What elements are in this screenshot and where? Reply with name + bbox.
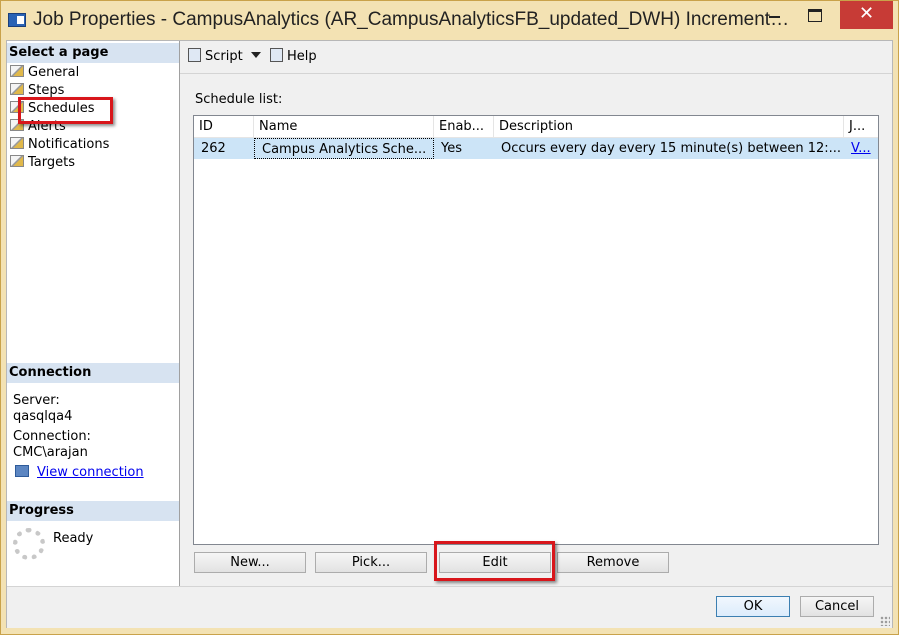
ok-button[interactable]: OK: [716, 596, 790, 617]
schedule-list-label: Schedule list:: [195, 92, 283, 107]
connection-header: Connection: [7, 363, 179, 383]
window-title: Job Properties - CampusAnalytics (AR_Cam…: [33, 9, 790, 30]
select-page-header: Select a page: [7, 43, 179, 63]
cell-name: Campus Analytics Sche...: [254, 138, 434, 159]
server-label: Server:: [13, 393, 60, 408]
cell-jobs-link[interactable]: V...: [844, 138, 878, 159]
resize-grip-icon[interactable]: [880, 616, 890, 626]
view-connection-link[interactable]: View connection: [37, 465, 144, 480]
grid-header: ID Name Enab... Description J...: [194, 116, 878, 138]
close-button[interactable]: ✕: [840, 1, 893, 29]
remove-schedule-button[interactable]: Remove: [557, 552, 669, 573]
page-item-label: Notifications: [28, 137, 110, 152]
script-label: Script: [205, 49, 243, 64]
column-header-jobs[interactable]: J...: [844, 116, 878, 137]
help-icon: [270, 48, 283, 62]
page-icon: [10, 137, 24, 149]
toolbar: Script Help: [180, 41, 892, 74]
server-value: qasqlqa4: [13, 409, 73, 424]
page-icon: [10, 155, 24, 167]
maximize-icon: [808, 9, 822, 22]
page-item-notifications[interactable]: Notifications: [10, 136, 109, 154]
edit-highlight-box: [434, 541, 555, 581]
chevron-down-icon: [251, 52, 261, 58]
column-header-description[interactable]: Description: [494, 116, 844, 137]
dialog-client-area: Select a page General Steps Schedules Al…: [6, 40, 893, 628]
cancel-button[interactable]: Cancel: [800, 596, 874, 617]
column-header-id[interactable]: ID: [194, 116, 254, 137]
script-icon: [188, 48, 201, 62]
progress-header: Progress: [7, 501, 179, 521]
script-dropdown-button[interactable]: [251, 48, 261, 66]
progress-status: Ready: [53, 531, 94, 546]
pick-schedule-button[interactable]: Pick...: [315, 552, 427, 573]
cell-description: Occurs every day every 15 minute(s) betw…: [501, 141, 842, 156]
connection-icon: [15, 465, 29, 477]
minimize-button[interactable]: [759, 1, 789, 29]
close-icon: ✕: [858, 3, 875, 24]
job-properties-window: Job Properties - CampusAnalytics (AR_Cam…: [0, 0, 899, 635]
column-header-name[interactable]: Name: [254, 116, 434, 137]
maximize-button[interactable]: [800, 1, 830, 29]
cell-id: 262: [201, 141, 226, 156]
schedules-highlight-box: [18, 97, 113, 124]
schedule-list-grid[interactable]: ID Name Enab... Description J... 262 Cam…: [193, 115, 879, 545]
connection-value: CMC\arajan: [13, 445, 88, 460]
dialog-button-bar: OK Cancel: [7, 586, 892, 628]
app-icon: [8, 13, 26, 27]
cell-enabled: Yes: [441, 141, 462, 156]
progress-spinner-icon: [13, 528, 45, 560]
page-item-label: Steps: [28, 83, 65, 98]
connection-label: Connection:: [13, 429, 91, 444]
page-item-label: General: [28, 65, 80, 80]
page-item-label: Targets: [28, 155, 75, 170]
help-label: Help: [287, 49, 317, 64]
title-bar[interactable]: Job Properties - CampusAnalytics (AR_Cam…: [1, 1, 898, 39]
new-schedule-button[interactable]: New...: [194, 552, 306, 573]
page-item-general[interactable]: General: [10, 64, 79, 82]
table-row[interactable]: 262 Campus Analytics Sche... Yes Occurs …: [194, 138, 878, 159]
minimize-icon: [768, 16, 780, 18]
help-button[interactable]: Help: [270, 48, 317, 66]
page-icon: [10, 83, 24, 95]
page-icon: [10, 65, 24, 77]
column-header-enabled[interactable]: Enab...: [434, 116, 494, 137]
script-button[interactable]: Script: [188, 48, 243, 66]
page-item-targets[interactable]: Targets: [10, 154, 75, 172]
